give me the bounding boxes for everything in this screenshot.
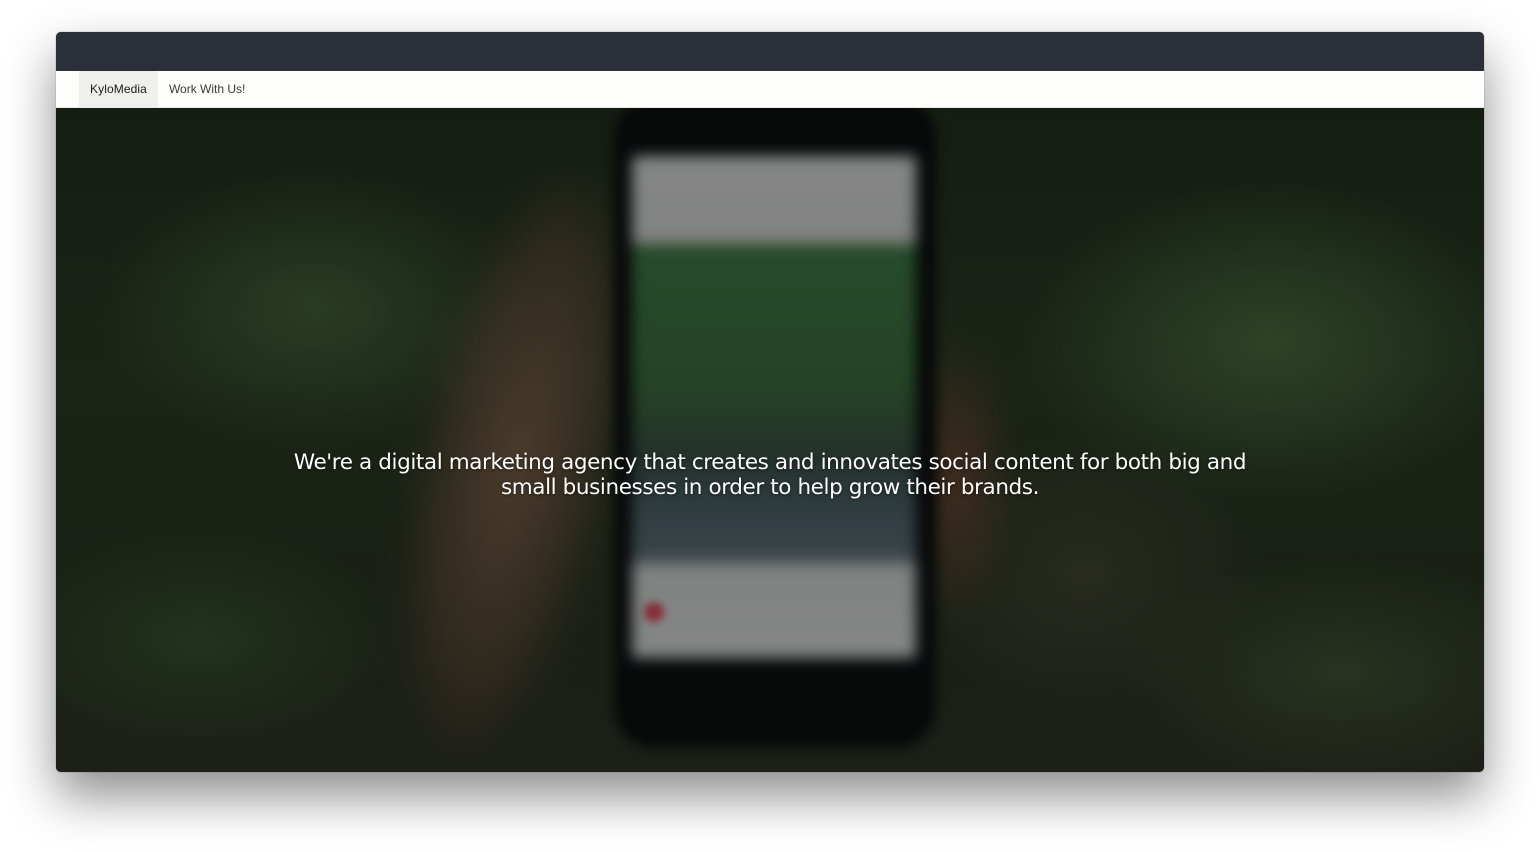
navbar: KyloMedia Work With Us!: [56, 71, 1484, 108]
hero-overlay: [56, 108, 1484, 772]
window-titlebar: [56, 32, 1484, 71]
hero-section: We're a digital marketing agency that cr…: [56, 108, 1484, 772]
work-with-us-link[interactable]: Work With Us!: [158, 71, 256, 107]
brand-link[interactable]: KyloMedia: [79, 71, 158, 107]
hero-tagline: We're a digital marketing agency that cr…: [293, 449, 1247, 500]
browser-window: KyloMedia Work With Us! We're a digital …: [56, 32, 1484, 772]
